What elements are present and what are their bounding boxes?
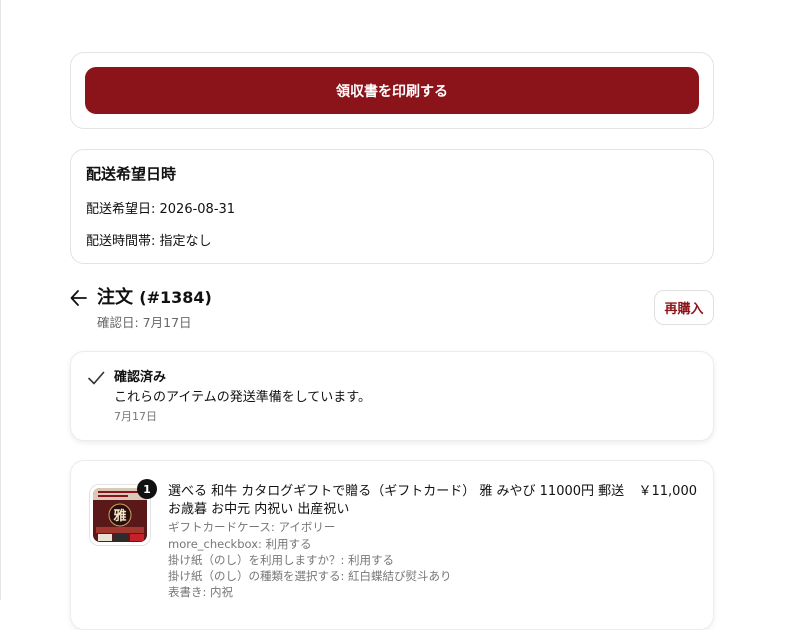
product-price: ￥11,000	[638, 484, 698, 499]
order-header: 注文 (#1384) 確認日: 7月17日 再購入	[70, 286, 714, 336]
delivery-heading: 配送希望日時	[86, 165, 177, 183]
product-option: 掛け紙（のし）の種類を選択する: 紅白蝶結び熨斗あり	[168, 569, 452, 583]
left-divider	[0, 0, 1, 600]
order-status-card: 確認済み これらのアイテムの発送準備をしています。 7月17日	[70, 351, 714, 441]
order-title: 注文 (#1384)	[97, 286, 212, 310]
status-message: これらのアイテムの発送準備をしています。	[114, 390, 372, 405]
status-date: 7月17日	[114, 410, 157, 423]
print-receipt-card: 領収書を印刷する	[70, 52, 714, 129]
delivery-date: 配送希望日: 2026-08-31	[86, 202, 236, 217]
quantity-badge: 1	[137, 479, 157, 499]
status-title: 確認済み	[114, 370, 167, 385]
product-option: 掛け紙（のし）を利用しますか？: 利用する	[168, 553, 395, 567]
order-line-item: 雅 1 選べる 和牛 カタログギフトで贈る（ギフトカード） 雅 みやび 1100…	[70, 460, 714, 630]
check-icon	[88, 371, 105, 385]
product-option: 表書き: 内祝	[168, 585, 234, 599]
product-option: more_checkbox: 利用する	[168, 537, 312, 551]
delivery-info-card: 配送希望日時 配送希望日: 2026-08-31 配送時間帯: 指定なし	[70, 149, 714, 264]
rebuy-button[interactable]: 再購入	[654, 290, 714, 325]
product-option: ギフトカードケース: アイボリー	[168, 520, 336, 534]
order-confirmed-date: 確認日: 7月17日	[97, 315, 192, 330]
back-arrow-icon[interactable]	[70, 288, 88, 308]
svg-text:雅: 雅	[113, 508, 126, 524]
delivery-time: 配送時間帯: 指定なし	[86, 234, 212, 249]
print-receipt-button[interactable]: 領収書を印刷する	[85, 67, 699, 114]
order-title-label: 注文	[97, 287, 133, 308]
order-number: (#1384)	[139, 288, 212, 307]
product-title[interactable]: 選べる 和牛 カタログギフトで贈る（ギフトカード） 雅 みやび 11000円 郵…	[168, 483, 628, 519]
